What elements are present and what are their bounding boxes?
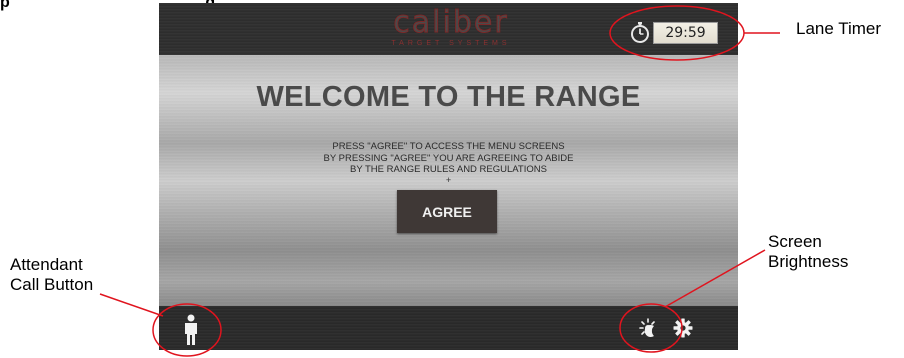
- caliber-logo: caliber TARGET SYSTEMS: [381, 5, 521, 51]
- welcome-title: WELCOME TO THE RANGE: [256, 81, 641, 113]
- top-bar: caliber TARGET SYSTEMS 29:59: [159, 3, 738, 55]
- label-line: Screen: [768, 232, 822, 251]
- lane-timer-display: 29:59: [653, 22, 718, 44]
- plus-mark: +: [445, 174, 452, 185]
- lane-timer-label: Lane Timer: [796, 19, 882, 38]
- bottom-bar: [159, 306, 738, 350]
- instructions-text: PRESS "AGREE" TO ACCESS THE MENU SCREENS…: [159, 141, 738, 185]
- stopwatch-icon: [631, 22, 649, 43]
- label-line: Brightness: [768, 252, 849, 271]
- attendant-callout-line: [99, 293, 164, 317]
- instruction-line: BY PRESSING "AGREE" YOU ARE AGREEING TO …: [323, 152, 574, 164]
- instruction-line: BY THE RANGE RULES AND REGULATIONS: [350, 164, 547, 175]
- instruction-line: PRESS "AGREE" TO ACCESS THE MENU SCREENS: [332, 141, 565, 152]
- brightness-icon[interactable]: [639, 317, 661, 339]
- range-kiosk-screen: caliber TARGET SYSTEMS 29:59 WELCOME TO …: [159, 3, 738, 350]
- attendant-call-label: Attendant Call Button: [10, 255, 93, 295]
- label-line: Call Button: [10, 275, 94, 294]
- label-line: Attendant: [10, 255, 83, 274]
- person-icon[interactable]: [182, 314, 200, 346]
- gear-icon[interactable]: [673, 318, 693, 338]
- agree-button[interactable]: AGREE: [397, 190, 497, 233]
- welcome-panel: WELCOME TO THE RANGE PRESS "AGREE" TO AC…: [159, 55, 738, 306]
- logo-subtitle: TARGET SYSTEMS: [391, 40, 511, 47]
- screen-brightness-label: Screen Brightness: [768, 232, 848, 272]
- logo-word: caliber: [393, 5, 509, 40]
